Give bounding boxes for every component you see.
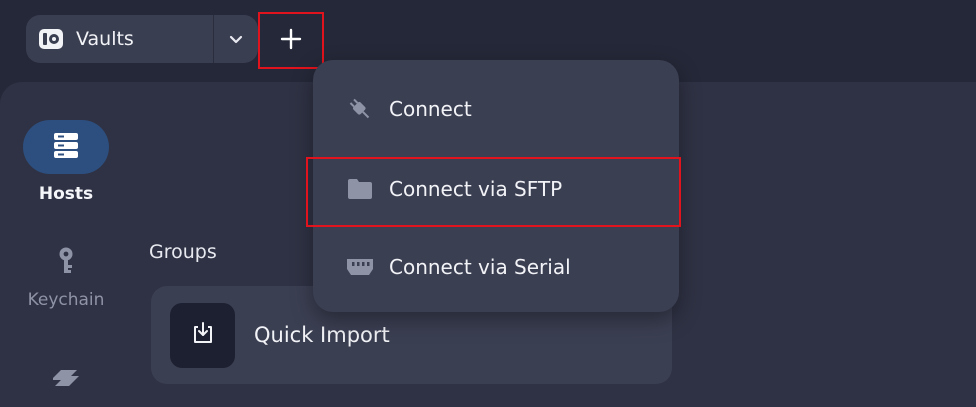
quick-import-icon-container [170, 302, 235, 368]
menu-item-label: Connect [389, 97, 472, 121]
folder-icon [345, 174, 375, 204]
sidebar-item-hosts[interactable]: Hosts [16, 120, 116, 204]
port-forwarding-icon [51, 364, 81, 394]
menu-item-connect[interactable]: Connect [313, 76, 679, 142]
import-icon [190, 320, 216, 350]
menu-item-connect-serial[interactable]: Connect via Serial [313, 234, 679, 300]
sidebar-item-keychain[interactable]: Keychain [16, 246, 116, 310]
plug-icon [345, 94, 375, 124]
vaults-dropdown-toggle[interactable] [214, 15, 258, 63]
menu-item-connect-sftp[interactable]: Connect via SFTP [313, 156, 679, 222]
hosts-icon-container [23, 120, 109, 174]
sidebar-item-label: Keychain [27, 290, 105, 310]
vaults-label: Vaults [76, 28, 134, 50]
new-connection-menu: Connect Connect via SFTP Connect via Ser… [313, 60, 679, 312]
server-icon [51, 130, 81, 164]
vaults-button[interactable]: Vaults [26, 15, 214, 63]
serial-port-icon [345, 252, 375, 282]
add-new-button[interactable] [258, 12, 324, 69]
menu-item-label: Connect via Serial [389, 255, 571, 279]
plus-icon [280, 28, 302, 54]
chevron-down-icon [229, 30, 243, 49]
sidebar-item-label: Hosts [38, 184, 94, 204]
sidebar-item-port-forwarding[interactable] [40, 364, 92, 394]
vaults-selector: Vaults [26, 15, 258, 63]
menu-item-label: Connect via SFTP [389, 177, 563, 201]
quick-import-label: Quick Import [254, 323, 390, 347]
key-icon [57, 246, 75, 280]
groups-heading: Groups [149, 241, 217, 263]
vault-logo-icon [38, 28, 64, 50]
